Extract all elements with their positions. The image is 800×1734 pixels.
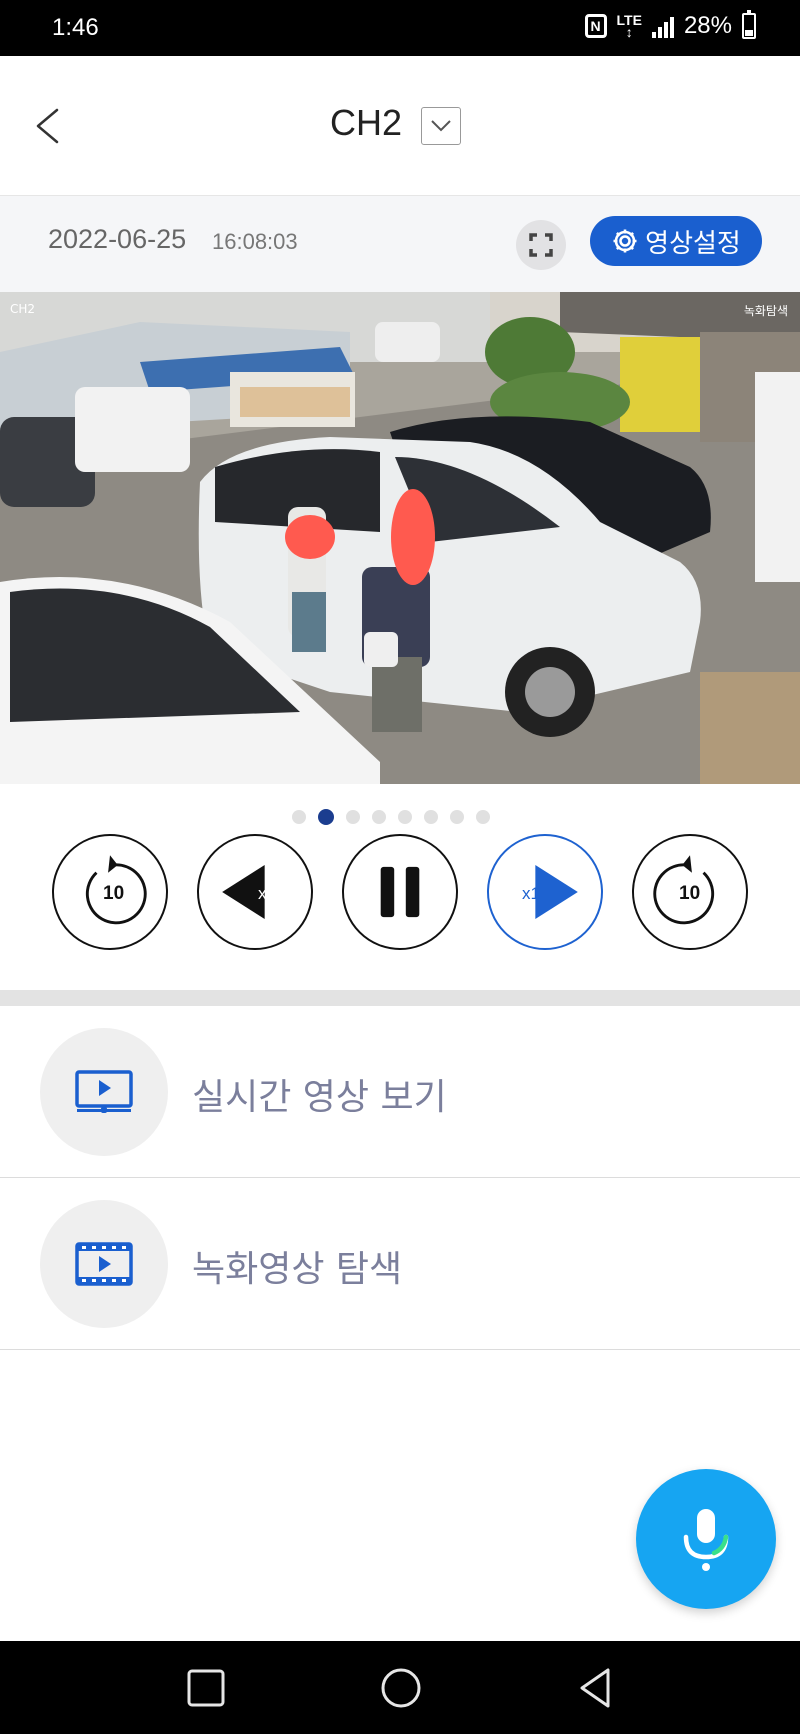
status-icons: N LTE ↕ 28%: [584, 10, 756, 40]
system-back-button[interactable]: [574, 1665, 620, 1711]
lte-label: LTE: [616, 12, 642, 28]
fullscreen-icon: [529, 233, 553, 257]
chevron-down-icon: [431, 120, 451, 132]
page-dot[interactable]: [450, 810, 464, 824]
recorded-video-icon: [75, 1242, 133, 1286]
microphone-icon: [683, 1509, 729, 1571]
reverse-play-button[interactable]: x1: [197, 834, 313, 950]
recents-icon: [187, 1669, 225, 1707]
menu-icon-wrapper: [40, 1200, 168, 1328]
menu-item-live-view[interactable]: 실시간 영상 보기: [0, 1006, 800, 1178]
pause-icon: [380, 866, 420, 918]
video-osd-label: 녹화탐색: [743, 304, 788, 318]
home-button[interactable]: [378, 1665, 424, 1711]
nfc-icon: N: [584, 14, 607, 38]
video-settings-button[interactable]: 영상설정: [590, 216, 762, 266]
playback-controls: 10 x1 x1 10: [52, 834, 752, 950]
page-dot[interactable]: [476, 810, 490, 824]
video-osd-channel: CH2: [10, 302, 36, 316]
back-button[interactable]: [30, 106, 70, 146]
menu-label-recorded-search: 녹화영상 탐색: [192, 1249, 403, 1290]
lte-icon: LTE ↕: [616, 12, 642, 40]
recents-button[interactable]: [183, 1665, 229, 1711]
menu-label-live-view: 실시간 영상 보기: [192, 1077, 447, 1118]
page-dot[interactable]: [424, 810, 438, 824]
video-settings-label: 영상설정: [645, 228, 741, 259]
playback-info-bar: 2022-06-25 16:08:03 영상설정: [0, 196, 800, 292]
system-nav-bar: [0, 1641, 800, 1734]
page-dot[interactable]: [318, 809, 334, 825]
signal-icon: [651, 14, 674, 38]
playback-time: 16:08:03: [212, 229, 298, 254]
forward-seconds: 10: [679, 883, 701, 904]
rewind-seconds: 10: [103, 883, 125, 904]
chevron-left-icon: [36, 108, 59, 144]
pause-button[interactable]: [342, 834, 458, 950]
cctv-frame-image: [0, 292, 800, 784]
live-video-icon: [75, 1070, 133, 1113]
channel-dropdown-button[interactable]: [421, 107, 461, 145]
back-icon: [580, 1668, 610, 1708]
page-dot[interactable]: [346, 810, 360, 824]
status-time: 1:46: [52, 14, 99, 41]
fullscreen-button[interactable]: [516, 220, 566, 270]
battery-icon: [742, 10, 756, 39]
home-icon: [381, 1668, 421, 1708]
section-divider: [0, 990, 800, 1006]
app-header: CH2: [0, 56, 800, 196]
battery-percent: 28%: [683, 12, 732, 39]
gear-icon: [613, 229, 637, 253]
forward-speed: x1: [522, 884, 540, 903]
play-icon: [535, 864, 578, 920]
page-dot[interactable]: [398, 810, 412, 824]
forward-play-button[interactable]: x1: [487, 834, 603, 950]
reverse-speed: x1: [258, 884, 276, 903]
page-indicator: [292, 809, 490, 825]
page-dot[interactable]: [372, 810, 386, 824]
video-player[interactable]: CH2 녹화탐색: [0, 292, 800, 784]
menu-item-recorded-search[interactable]: 녹화영상 탐색: [0, 1178, 800, 1350]
playback-date: 2022-06-25: [48, 224, 187, 254]
page-dot[interactable]: [292, 810, 306, 824]
status-bar: 1:46 N LTE ↕ 28%: [0, 0, 800, 56]
voice-mic-button[interactable]: [636, 1469, 776, 1609]
forward-10-button[interactable]: 10: [632, 834, 748, 950]
menu-icon-wrapper: [40, 1028, 168, 1156]
rewind-10-button[interactable]: 10: [52, 834, 168, 950]
channel-title: CH2: [330, 102, 403, 143]
reverse-play-icon: [222, 864, 265, 920]
